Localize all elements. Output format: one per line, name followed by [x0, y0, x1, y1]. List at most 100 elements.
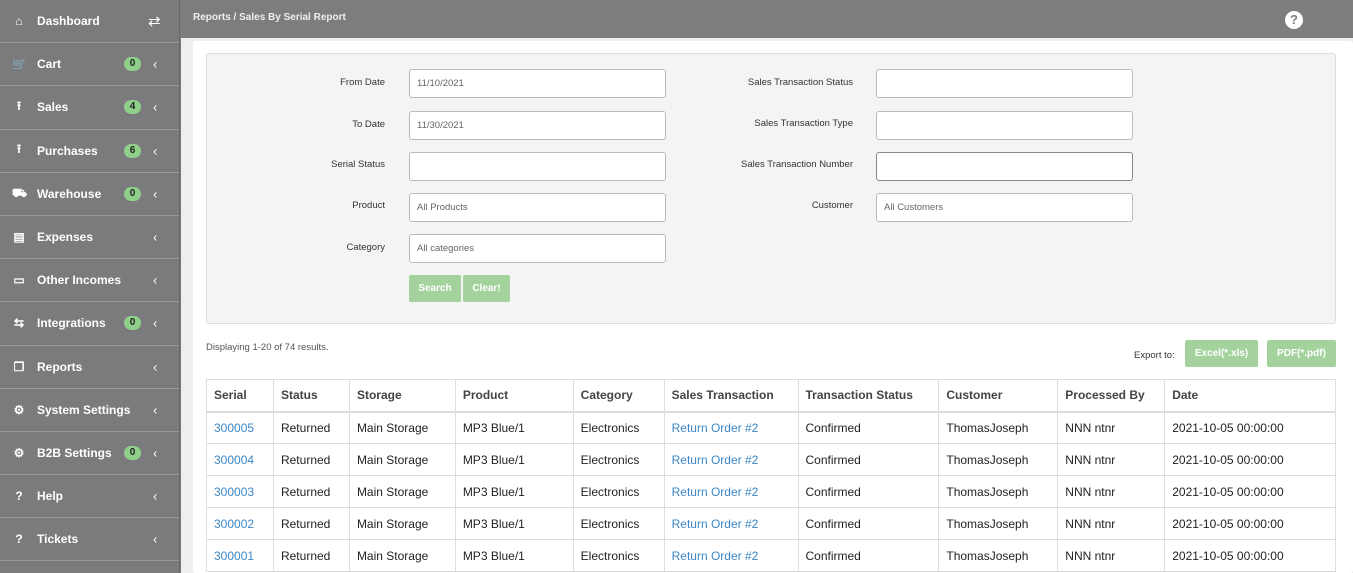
cell-text: 2021-10-05 00:00:00 — [1172, 452, 1284, 467]
search-button[interactable]: Search — [409, 275, 461, 302]
serial-link[interactable]: 300003 — [214, 485, 254, 499]
gears-icon: ⚙ — [13, 402, 25, 417]
column-header[interactable]: Serial — [206, 379, 274, 413]
swap-icon[interactable]: ⇄ — [148, 12, 161, 30]
chevron-left-icon: ‹ — [153, 272, 158, 288]
sidebar-item-dashboard[interactable]: ⌂ Dashboard ⇄ — [0, 0, 179, 44]
table-cell: Electronics — [572, 411, 665, 444]
serial-link[interactable]: 300001 — [214, 549, 254, 563]
table-cell: MP3 Blue/1 — [454, 411, 574, 444]
serial-link[interactable]: 300004 — [214, 453, 254, 467]
serial-status-select[interactable] — [409, 152, 666, 181]
cell-text: ThomasJoseph — [946, 548, 1029, 563]
cell-text: MP3 Blue/1 — [462, 484, 525, 499]
sidebar-item-purchases[interactable]: ⭱ Purchases 6 ‹ — [0, 130, 179, 173]
sales-transaction-link[interactable]: Return Order #2 — [672, 421, 759, 435]
sidebar-item-other-incomes[interactable]: ▭ Other Incomes ‹ — [0, 259, 179, 303]
table-cell: Return Order #2 — [663, 443, 799, 476]
count-badge: 4 — [124, 100, 141, 115]
chevron-left-icon: ‹ — [153, 99, 158, 115]
product-label: Product — [352, 200, 385, 211]
count-badge: 0 — [124, 445, 141, 460]
sales-transaction-link[interactable]: Return Order #2 — [672, 549, 759, 563]
table-cell: 2021-10-05 00:00:00 — [1164, 507, 1336, 540]
sidebar-item-label: Sales — [37, 100, 69, 115]
cell-text: 2021-10-05 00:00:00 — [1172, 484, 1284, 499]
home-icon: ⌂ — [15, 14, 23, 29]
column-header[interactable]: Status — [272, 379, 350, 413]
cell-text: Main Storage — [356, 548, 429, 563]
sidebar-item-integrations[interactable]: ⇆ Integrations 0 ‹ — [0, 302, 179, 346]
column-header[interactable]: Processed By — [1057, 379, 1166, 413]
cell-text: MP3 Blue/1 — [462, 420, 525, 435]
sales-transaction-type-select[interactable] — [876, 111, 1133, 140]
export-pdf-button[interactable]: PDF(*.pdf) — [1267, 340, 1336, 367]
sales-transaction-number-input[interactable] — [876, 152, 1133, 181]
sidebar-item-help[interactable]: ? Help ‹ — [0, 475, 179, 519]
cell-text: 2021-10-05 00:00:00 — [1172, 420, 1284, 435]
cell-text: Confirmed — [805, 420, 861, 435]
chevron-left-icon: ‹ — [153, 488, 158, 504]
column-header[interactable]: Product — [454, 379, 574, 413]
table-row: 300001 Returned Main Storage MP3 Blue/1 Elec… — [206, 539, 1336, 572]
copy-icon: ❐ — [13, 359, 25, 374]
cell-text: MP3 Blue/1 — [462, 548, 525, 563]
customer-label: Customer — [811, 200, 853, 211]
sidebar-item-system-settings[interactable]: ⚙ System Settings ‹ — [0, 389, 179, 432]
sales-transaction-link[interactable]: Return Order #2 — [672, 453, 759, 467]
product-select[interactable]: All Products — [409, 193, 666, 222]
sales-transaction-link[interactable]: Return Order #2 — [672, 485, 759, 499]
sidebar-item-label: Purchases — [37, 143, 98, 158]
export-label: Export to: — [1134, 350, 1175, 361]
serial-link[interactable]: 300002 — [214, 517, 254, 531]
to-date-input[interactable]: 11/30/2021 — [409, 111, 666, 140]
sidebar-item-warehouse[interactable]: ⛟ Warehouse 0 ‹ — [0, 173, 179, 216]
breadcrumb: Reports / Sales By Serial Report — [193, 12, 346, 23]
table-cell: Returned — [272, 443, 350, 476]
sidebar-item-sales[interactable]: ⭱ Sales 4 ‹ — [0, 86, 179, 130]
table-cell: Main Storage — [348, 475, 456, 508]
column-header[interactable]: Transaction Status — [797, 379, 940, 413]
sidebar-item-expenses[interactable]: ▤ Expenses ‹ — [0, 216, 179, 260]
export-excel-button[interactable]: Excel(*.xls) — [1185, 340, 1258, 367]
chevron-left-icon: ‹ — [153, 229, 158, 245]
cell-text: Returned — [280, 484, 331, 499]
column-header[interactable]: Sales Transaction — [663, 379, 799, 413]
cell-text: Confirmed — [805, 548, 861, 563]
table-cell: NNN ntnr — [1057, 475, 1166, 508]
help-icon[interactable]: ? — [1285, 11, 1303, 29]
sidebar-item-reports[interactable]: ❐ Reports ‹ — [0, 346, 179, 389]
sidebar-item-label: B2B Settings — [37, 445, 112, 460]
cell-text: ThomasJoseph — [946, 420, 1029, 435]
category-select[interactable]: All categories — [409, 234, 666, 263]
from-date-input[interactable]: 11/10/2021 — [409, 69, 666, 98]
sales-transaction-status-select[interactable] — [876, 69, 1133, 98]
cell-text: NNN ntnr — [1065, 452, 1116, 467]
table-cell: NNN ntnr — [1057, 443, 1166, 476]
cell-text: Returned — [280, 420, 331, 435]
table-cell: Return Order #2 — [663, 539, 799, 572]
serial-link[interactable]: 300005 — [214, 421, 254, 435]
column-header[interactable]: Date — [1164, 379, 1336, 413]
cell-text: Confirmed — [805, 516, 861, 531]
table-cell: ThomasJoseph — [938, 443, 1059, 476]
column-header[interactable]: Storage — [348, 379, 456, 413]
sidebar-item-label: Reports — [37, 359, 83, 374]
sidebar-item-cart[interactable]: 🛒 Cart 0 ‹ — [0, 43, 179, 87]
count-badge: 0 — [124, 186, 141, 201]
sidebar-item-tickets[interactable]: ? Tickets ‹ — [0, 518, 179, 562]
column-header[interactable]: Category — [572, 379, 665, 413]
column-header[interactable]: Customer — [938, 379, 1059, 413]
count-badge: 6 — [124, 143, 141, 158]
sidebar-item-label: Cart — [37, 57, 62, 72]
table-cell: MP3 Blue/1 — [454, 443, 574, 476]
table-cell: NNN ntnr — [1057, 507, 1166, 540]
sidebar-item-label: Help — [37, 489, 64, 504]
clear-button[interactable]: Clear! — [463, 275, 510, 302]
customer-select[interactable]: All Customers — [876, 193, 1133, 222]
cell-text: NNN ntnr — [1065, 484, 1116, 499]
sidebar-item-b2b-settings[interactable]: ⚙ B2B Settings 0 ‹ — [0, 432, 179, 476]
sales-transaction-link[interactable]: Return Order #2 — [672, 517, 759, 531]
from-date-label: From Date — [340, 77, 385, 88]
cell-text: Confirmed — [805, 452, 861, 467]
